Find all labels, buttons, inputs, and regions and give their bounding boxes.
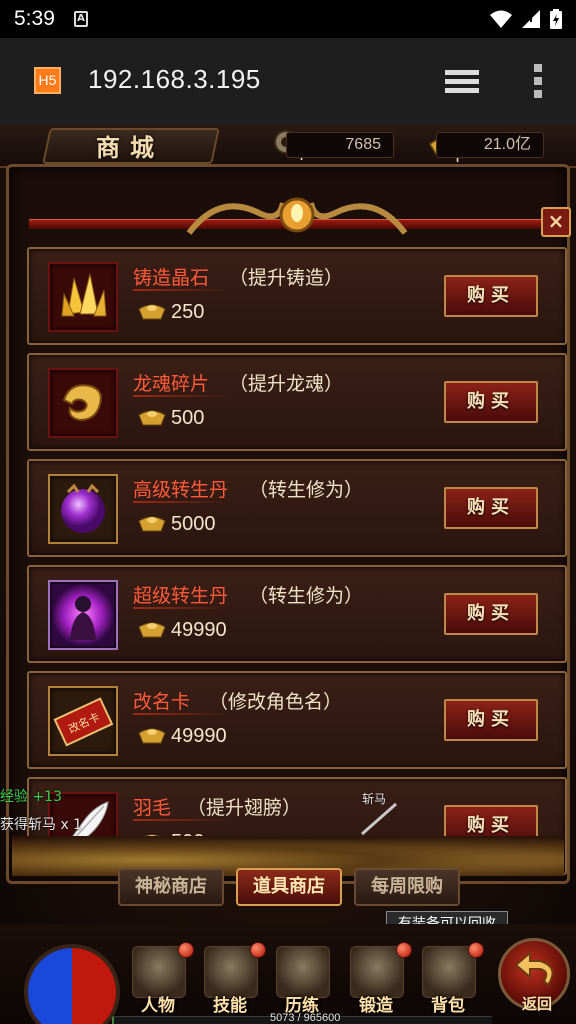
- battery-icon: [550, 9, 562, 29]
- tab-item-shop[interactable]: 道具商店: [236, 868, 342, 906]
- shop-item: 铸造晶石 （提升铸造） 250 购买: [27, 247, 567, 345]
- site-badge: H5: [34, 67, 61, 94]
- exp-gain-text: 经验 +13: [0, 789, 62, 805]
- name-underline: [133, 819, 229, 821]
- gold-ingot-icon: [138, 304, 166, 320]
- tab-mystery-shop[interactable]: 神秘商店: [118, 868, 224, 906]
- name-underline: [133, 713, 229, 715]
- item-description: （提升龙魂）: [229, 373, 344, 395]
- url-bar[interactable]: 192.168.3.195: [88, 64, 261, 95]
- buy-button[interactable]: 购买: [444, 699, 538, 741]
- dragon-soul-icon: [62, 384, 102, 422]
- item-frame: 改名卡: [48, 686, 118, 756]
- bottom-nav: 人物 技能 历练 锻造 背包 返回: [0, 924, 576, 1024]
- item-price: 49990: [171, 619, 227, 641]
- buy-button[interactable]: 购买: [444, 275, 538, 317]
- gold-currency-value: 21.0亿: [436, 132, 544, 158]
- rename-card-icon: 改名卡: [53, 697, 114, 747]
- wifi-icon: [490, 10, 512, 28]
- item-price: 5000: [171, 513, 216, 535]
- hp-mp-orb: [24, 944, 120, 1024]
- tabs-icon[interactable]: [443, 68, 481, 96]
- gold-ingot-icon: [138, 728, 166, 744]
- item-price: 500: [171, 407, 205, 429]
- shop-panel: × 铸造晶石 （提升铸造） 250 购买 龙魂碎片 （提升龙魂） 500 购买 …: [6, 164, 571, 884]
- shop-top-bar: 商城 + 7685 + 21.0亿: [0, 124, 576, 168]
- return-arrow-icon: [514, 950, 554, 987]
- nav-training-button[interactable]: 历练: [270, 946, 334, 1016]
- item-price: 250: [171, 301, 205, 323]
- return-button[interactable]: 返回: [498, 938, 570, 1013]
- item-description: （提升翅膀）: [187, 797, 302, 819]
- dragon-ornament-icon: [186, 197, 408, 235]
- shop-item: 龙魂碎片 （提升龙魂） 500 购买: [27, 353, 567, 451]
- item-description: （提升铸造）: [229, 267, 344, 289]
- item-description: （转生修为）: [249, 585, 364, 607]
- item-name: 龙魂碎片: [133, 373, 210, 395]
- nav-label: 技能: [213, 996, 247, 1016]
- gold-ingot-icon: [138, 410, 166, 426]
- item-list: 铸造晶石 （提升铸造） 250 购买 龙魂碎片 （提升龙魂） 500 购买 高级…: [27, 247, 567, 879]
- purple-orb-icon: [61, 483, 105, 533]
- dropped-weapon-icon: [361, 802, 397, 836]
- notification-dot: [178, 942, 194, 958]
- buy-button[interactable]: 购买: [444, 487, 538, 529]
- close-button[interactable]: ×: [541, 207, 571, 237]
- magic-portrait-icon: [52, 584, 114, 646]
- item-frame: [48, 368, 118, 438]
- gold-ingot-icon: [138, 516, 166, 532]
- item-name: 羽毛: [133, 797, 172, 819]
- status-bar: 5:39 A: [0, 0, 576, 38]
- nav-bag-button[interactable]: 背包: [416, 942, 484, 1016]
- notification-dot: [396, 942, 412, 958]
- item-description: （修改角色名）: [209, 691, 343, 713]
- nav-label: 锻造: [359, 996, 393, 1016]
- item-frame: [48, 262, 118, 332]
- nav-character-button[interactable]: 人物: [126, 942, 194, 1016]
- item-frame: [48, 580, 118, 650]
- exp-readout: 5073 / 965600: [270, 1012, 341, 1024]
- shop-item: 改名卡 改名卡 （修改角色名） 49990 购买: [27, 671, 567, 769]
- overflow-menu-icon[interactable]: [533, 64, 543, 98]
- gem-currency-value: 7685: [286, 132, 394, 158]
- notification-dot: [250, 942, 266, 958]
- signal-icon: [522, 10, 540, 28]
- buy-button[interactable]: 购买: [444, 593, 538, 635]
- name-underline: [133, 395, 229, 397]
- item-name: 高级转生丹: [133, 479, 229, 501]
- nav-skills-button[interactable]: 技能: [198, 942, 266, 1016]
- name-underline: [133, 607, 229, 609]
- game-canvas: 商城 + 7685 + 21.0亿 ×: [0, 124, 576, 1024]
- exp-bar-fill: [112, 1017, 114, 1024]
- notification-icon: A: [74, 11, 88, 27]
- item-name: 铸造晶石: [133, 267, 210, 289]
- shop-title: 商城: [96, 133, 164, 162]
- item-frame: [48, 474, 118, 544]
- item-description: （转生修为）: [249, 479, 364, 501]
- nav-forge-button[interactable]: 锻造: [344, 942, 412, 1016]
- return-label: 返回: [521, 995, 552, 1013]
- nav-label: 背包: [431, 996, 465, 1016]
- crystal-icon: [61, 273, 107, 317]
- tab-weekly-limited[interactable]: 每周限购: [354, 868, 460, 906]
- buy-button[interactable]: 购买: [444, 381, 538, 423]
- item-price: 49990: [171, 725, 227, 747]
- shop-item: 超级转生丹 （转生修为） 49990 购买: [27, 565, 567, 663]
- item-gain-text: 获得斩马 x 1: [0, 817, 83, 833]
- status-icons: [490, 9, 562, 29]
- item-name: 超级转生丹: [133, 585, 229, 607]
- name-underline: [133, 501, 229, 503]
- shop-tab-bar: 神秘商店 道具商店 每周限购: [0, 864, 576, 910]
- shop-item: 高级转生丹 （转生修为） 5000 购买: [27, 459, 567, 557]
- nav-label: 人物: [141, 996, 175, 1016]
- status-time: 5:39: [14, 7, 55, 30]
- item-name: 改名卡: [133, 691, 191, 713]
- gold-ingot-icon: [138, 622, 166, 638]
- notification-dot: [468, 942, 484, 958]
- name-underline: [133, 289, 229, 291]
- browser-toolbar: H5 192.168.3.195: [0, 38, 576, 124]
